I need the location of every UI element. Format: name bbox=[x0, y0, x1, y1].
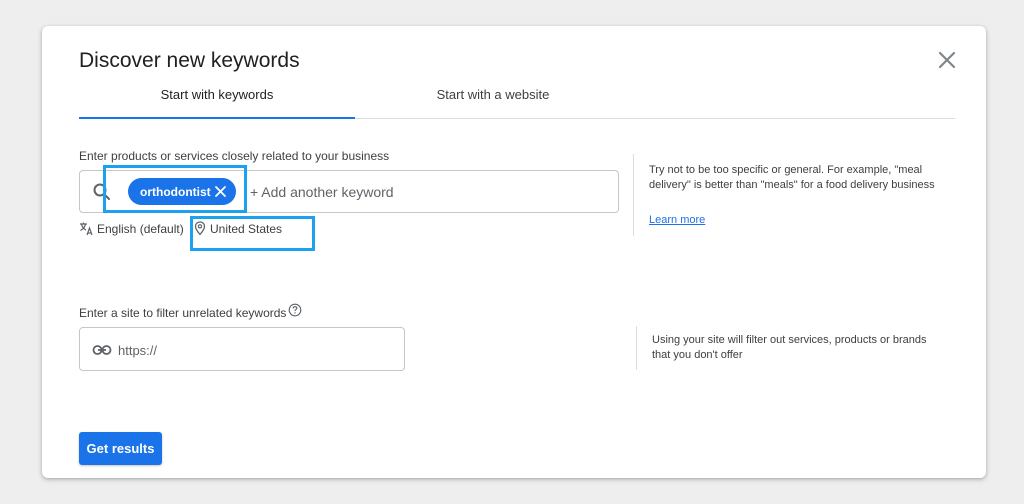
site-url-box[interactable] bbox=[79, 327, 405, 371]
tab-start-with-website[interactable]: Start with a website bbox=[355, 80, 631, 118]
site-help-text: Using your site will filter out services… bbox=[652, 334, 927, 361]
location-highlight-box bbox=[190, 216, 315, 251]
get-results-button[interactable]: Get results bbox=[79, 432, 162, 465]
language-selector[interactable]: English (default) bbox=[97, 222, 184, 236]
dialog-title: Discover new keywords bbox=[79, 49, 300, 72]
chip-highlight-box bbox=[103, 165, 247, 213]
keywords-field-label: Enter products or services closely relat… bbox=[79, 149, 390, 163]
close-icon[interactable] bbox=[935, 48, 959, 72]
link-icon bbox=[92, 341, 112, 359]
help-circle-icon[interactable] bbox=[288, 303, 302, 317]
tab-start-with-keywords[interactable]: Start with keywords bbox=[79, 80, 355, 119]
tab-bar: Start with keywords Start with a website bbox=[79, 80, 955, 119]
translate-icon bbox=[79, 221, 94, 236]
site-url-input[interactable] bbox=[118, 341, 388, 359]
site-field-label: Enter a site to filter unrelated keyword… bbox=[79, 306, 287, 320]
vertical-divider bbox=[636, 326, 637, 370]
learn-more-link[interactable]: Learn more bbox=[649, 214, 705, 226]
keywords-help-text: Try not to be too specific or general. F… bbox=[649, 164, 935, 191]
vertical-divider bbox=[633, 154, 634, 236]
discover-keywords-dialog: Discover new keywords Start with keyword… bbox=[42, 26, 986, 478]
add-keyword-input[interactable] bbox=[250, 183, 550, 201]
